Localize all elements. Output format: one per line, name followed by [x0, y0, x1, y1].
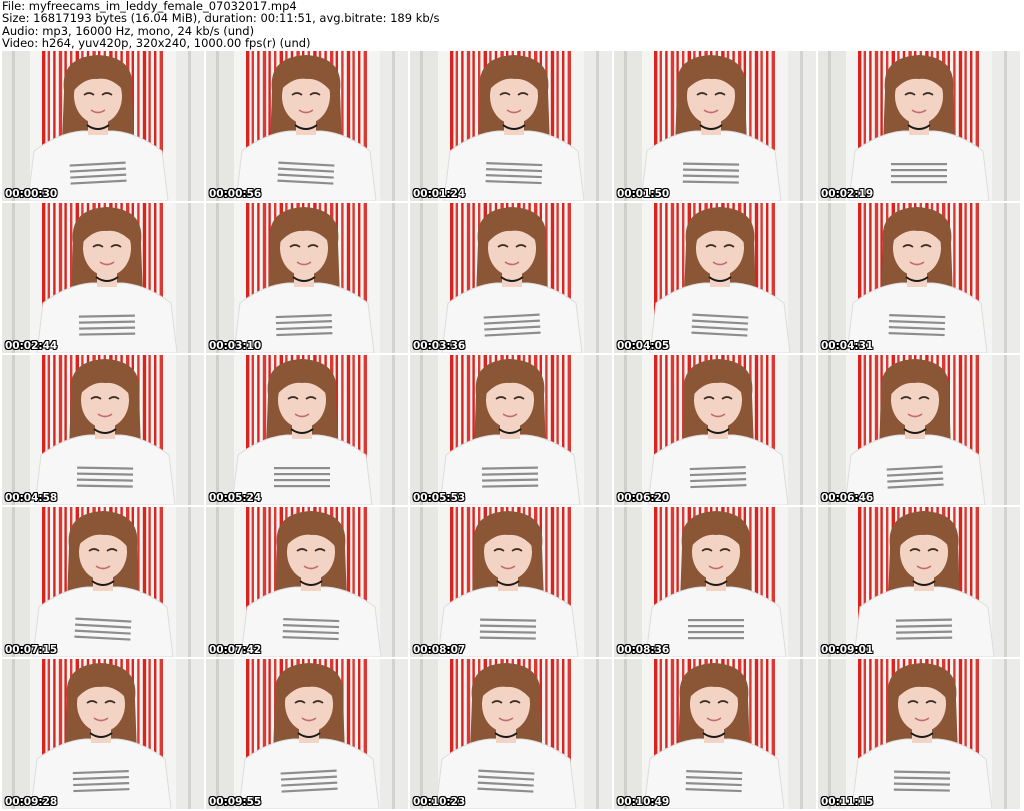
video-thumbnail: 00:07:42	[206, 507, 408, 657]
thumbnail-frame-image	[206, 51, 408, 201]
video-thumbnail: 00:04:31	[818, 203, 1020, 353]
thumbnail-timestamp: 00:11:15	[821, 796, 874, 808]
thumbnail-frame-image	[206, 507, 408, 657]
video-thumbnail: 00:05:53	[410, 355, 612, 505]
thumbnail-timestamp: 00:02:44	[5, 340, 58, 352]
thumbnail-timestamp: 00:09:01	[821, 644, 874, 656]
thumbnail-frame-image	[410, 507, 612, 657]
video-thumbnail: 00:04:58	[2, 355, 204, 505]
video-thumbnail: 00:07:15	[2, 507, 204, 657]
thumbnail-timestamp: 00:03:10	[209, 340, 262, 352]
thumbnail-timestamp: 00:02:19	[821, 188, 874, 200]
thumbnail-timestamp: 00:05:24	[209, 492, 262, 504]
thumbnail-timestamp: 00:04:58	[5, 492, 58, 504]
video-thumbnail: 00:10:23	[410, 659, 612, 809]
video-thumbnail: 00:06:46	[818, 355, 1020, 505]
thumbnail-frame-image	[410, 355, 612, 505]
thumbnail-frame-image	[206, 355, 408, 505]
thumbnail-frame-image	[410, 203, 612, 353]
thumbnail-frame-image	[614, 507, 816, 657]
video-thumbnail: 00:05:24	[206, 355, 408, 505]
file-size-line: Size: 16817193 bytes (16.04 MiB), durati…	[2, 11, 440, 26]
thumbnail-frame-image	[206, 659, 408, 809]
thumbnail-frame-image	[614, 659, 816, 809]
video-thumbnail: 00:06:20	[614, 355, 816, 505]
thumbnail-timestamp: 00:07:42	[209, 644, 262, 656]
thumbnail-frame-image	[2, 659, 204, 809]
thumbnail-frame-image	[614, 355, 816, 505]
thumbnail-timestamp: 00:07:15	[5, 644, 58, 656]
video-thumbnail: 00:02:44	[2, 203, 204, 353]
thumbnail-timestamp: 00:10:23	[413, 796, 466, 808]
thumbnail-timestamp: 00:01:50	[617, 188, 670, 200]
video-thumbnail: 00:08:07	[410, 507, 612, 657]
video-thumbnail: 00:04:05	[614, 203, 816, 353]
thumbnail-frame-image	[2, 51, 204, 201]
video-thumbnail: 00:03:10	[206, 203, 408, 353]
video-thumbnail: 00:09:01	[818, 507, 1020, 657]
video-thumbnail: 00:01:24	[410, 51, 612, 201]
thumbnail-timestamp: 00:09:28	[5, 796, 58, 808]
thumbnail-frame-image	[614, 51, 816, 201]
thumbnail-timestamp: 00:06:20	[617, 492, 670, 504]
thumbnail-frame-image	[818, 659, 1020, 809]
thumbnail-grid: 00:00:30 00:00:56 00:01:24 00:01:50 00:02:19…	[2, 51, 1024, 811]
video-thumbnail: 00:11:15	[818, 659, 1020, 809]
thumbnail-frame-image	[818, 507, 1020, 657]
thumbnail-timestamp: 00:00:30	[5, 188, 58, 200]
thumbnail-frame-image	[818, 51, 1020, 201]
thumbnail-timestamp: 00:05:53	[413, 492, 466, 504]
thumbnail-frame-image	[410, 659, 612, 809]
thumbnail-frame-image	[818, 355, 1020, 505]
thumbnail-frame-image	[2, 507, 204, 657]
thumbnail-timestamp: 00:06:46	[821, 492, 874, 504]
video-thumbnail: 00:03:36	[410, 203, 612, 353]
thumbnail-frame-image	[206, 203, 408, 353]
thumbnail-frame-image	[2, 355, 204, 505]
thumbnail-timestamp: 00:03:36	[413, 340, 466, 352]
video-thumbnail: 00:00:30	[2, 51, 204, 201]
thumbnail-timestamp: 00:04:31	[821, 340, 874, 352]
thumbnail-frame-image	[410, 51, 612, 201]
thumbnail-timestamp: 00:08:07	[413, 644, 466, 656]
video-thumbnail: 00:02:19	[818, 51, 1020, 201]
thumbnail-frame-image	[818, 203, 1020, 353]
thumbnail-timestamp: 00:04:05	[617, 340, 670, 352]
thumbnail-timestamp: 00:00:56	[209, 188, 262, 200]
thumbnail-frame-image	[614, 203, 816, 353]
video-thumbnail: 00:00:56	[206, 51, 408, 201]
video-thumbnail: 00:09:28	[2, 659, 204, 809]
thumbnail-timestamp: 00:10:49	[617, 796, 670, 808]
video-thumbnail: 00:09:55	[206, 659, 408, 809]
thumbnail-frame-image	[2, 203, 204, 353]
thumbnail-timestamp: 00:08:36	[617, 644, 670, 656]
video-thumbnail: 00:01:50	[614, 51, 816, 201]
video-info-line: Video: h264, yuv420p, 320x240, 1000.00 f…	[2, 36, 311, 50]
file-info-header: File: myfreecams_im_leddy_female_0703201…	[2, 0, 1022, 50]
video-thumbnail: 00:10:49	[614, 659, 816, 809]
thumbnail-timestamp: 00:01:24	[413, 188, 466, 200]
video-thumbnail: 00:08:36	[614, 507, 816, 657]
thumbnail-timestamp: 00:09:55	[209, 796, 262, 808]
